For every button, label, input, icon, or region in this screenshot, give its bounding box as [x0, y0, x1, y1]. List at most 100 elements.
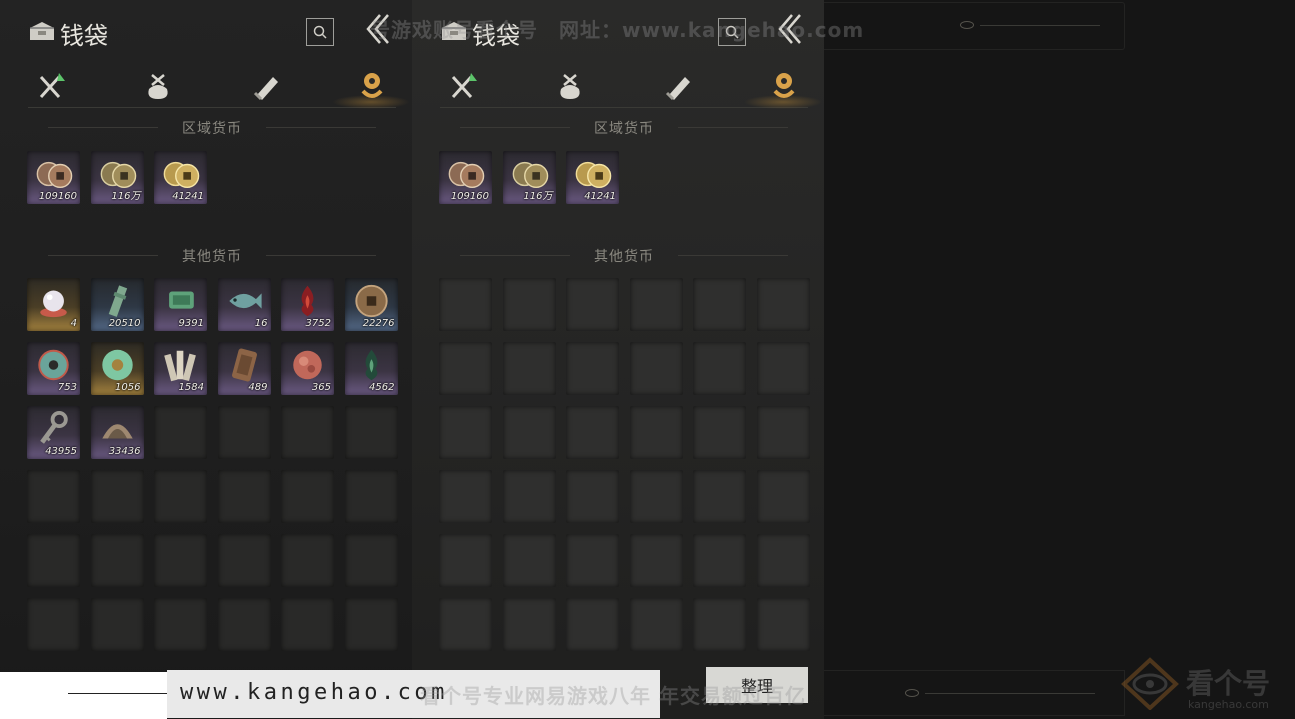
- empty-slot[interactable]: [344, 534, 398, 587]
- empty-slot[interactable]: [217, 406, 271, 459]
- currency-slot[interactable]: 41241: [154, 151, 207, 204]
- empty-slot[interactable]: [629, 406, 683, 459]
- currency-slot[interactable]: 16: [217, 278, 271, 331]
- currency-slot[interactable]: 9391: [154, 278, 207, 331]
- currency-slot[interactable]: 365: [281, 342, 334, 395]
- item-count: 116万: [111, 191, 141, 202]
- empty-slot[interactable]: [90, 598, 144, 651]
- empty-slot[interactable]: [693, 470, 746, 523]
- item-count: 16: [254, 318, 268, 329]
- empty-slot[interactable]: [629, 342, 683, 395]
- empty-slot[interactable]: [154, 406, 207, 459]
- empty-slot[interactable]: [439, 342, 492, 395]
- empty-slot[interactable]: [439, 278, 492, 331]
- empty-slot[interactable]: [502, 598, 556, 651]
- bronze-shell-icon: [101, 424, 133, 439]
- empty-slot[interactable]: [439, 534, 492, 587]
- empty-slot[interactable]: [502, 470, 556, 523]
- currency-slot[interactable]: 116万: [90, 151, 144, 204]
- empty-slot[interactable]: [693, 406, 746, 459]
- item-count: 43955: [45, 446, 77, 457]
- empty-slot[interactable]: [344, 406, 398, 459]
- empty-slot[interactable]: [502, 342, 556, 395]
- empty-slot[interactable]: [217, 534, 271, 587]
- empty-slot[interactable]: [629, 534, 683, 587]
- currency-slot[interactable]: 1584: [154, 342, 207, 395]
- empty-slot[interactable]: [693, 598, 746, 651]
- empty-slot[interactable]: [281, 534, 334, 587]
- empty-slot[interactable]: [502, 278, 556, 331]
- empty-slot[interactable]: [756, 470, 810, 523]
- empty-slot[interactable]: [566, 342, 619, 395]
- watermark-bar-line: [68, 693, 167, 694]
- tab-currency[interactable]: [332, 66, 410, 109]
- empty-slot[interactable]: [439, 406, 492, 459]
- empty-slot[interactable]: [629, 278, 683, 331]
- empty-slot[interactable]: [439, 598, 492, 651]
- empty-slot[interactable]: [566, 534, 619, 587]
- item-count: 20510: [108, 318, 141, 329]
- empty-slot[interactable]: [217, 598, 271, 651]
- currency-slot[interactable]: 489: [217, 342, 271, 395]
- red-flame-icon: [301, 285, 314, 317]
- tab-scroll[interactable]: [246, 66, 286, 106]
- watermark-text-top: 号游戏账号看个号 网址：www.kangehao.com: [370, 18, 865, 42]
- empty-slot[interactable]: [756, 534, 810, 587]
- currency-slot[interactable]: 20510: [90, 278, 144, 331]
- category-tabs: [28, 64, 410, 109]
- empty-slot[interactable]: [756, 598, 810, 651]
- empty-slot[interactable]: [502, 406, 556, 459]
- empty-slot[interactable]: [502, 534, 556, 587]
- currency-slot[interactable]: 43955: [27, 406, 80, 459]
- empty-slot[interactable]: [566, 598, 619, 651]
- empty-slot[interactable]: [154, 470, 207, 523]
- currency-slot[interactable]: 4562: [344, 342, 398, 395]
- currency-slot[interactable]: 4: [27, 278, 80, 331]
- empty-slot[interactable]: [281, 598, 334, 651]
- currency-slot[interactable]: 109160: [439, 151, 492, 204]
- empty-slot[interactable]: [27, 598, 80, 651]
- tab-equipment[interactable]: [444, 66, 484, 106]
- empty-slot[interactable]: [154, 534, 207, 587]
- currency-slot[interactable]: 22276: [344, 278, 398, 331]
- empty-slot[interactable]: [27, 534, 80, 587]
- empty-slot[interactable]: [756, 342, 810, 395]
- coin-icon: [773, 73, 795, 98]
- empty-slot[interactable]: [344, 598, 398, 651]
- tab-scroll[interactable]: [658, 66, 698, 106]
- currency-slot[interactable]: 3752: [281, 278, 334, 331]
- currency-slot[interactable]: 109160: [27, 151, 80, 204]
- empty-slot[interactable]: [693, 534, 746, 587]
- item-count: 4: [70, 318, 77, 329]
- search-button[interactable]: [306, 18, 334, 46]
- empty-slot[interactable]: [629, 598, 683, 651]
- currency-slot[interactable]: 116万: [502, 151, 556, 204]
- empty-slot[interactable]: [693, 278, 746, 331]
- empty-slot[interactable]: [90, 534, 144, 587]
- currency-slot[interactable]: 1056: [90, 342, 144, 395]
- empty-slot[interactable]: [154, 598, 207, 651]
- tab-bag[interactable]: [550, 66, 590, 106]
- tab-currency[interactable]: [744, 66, 822, 109]
- currency-slot[interactable]: 41241: [566, 151, 619, 204]
- empty-slot[interactable]: [90, 470, 144, 523]
- empty-slot[interactable]: [344, 470, 398, 523]
- empty-slot[interactable]: [27, 470, 80, 523]
- empty-slot[interactable]: [281, 470, 334, 523]
- empty-slot[interactable]: [566, 278, 619, 331]
- currency-slot[interactable]: 753: [27, 342, 80, 395]
- currency-slot[interactable]: 33436: [90, 406, 144, 459]
- jade-pendant-icon: [108, 285, 127, 317]
- empty-slot[interactable]: [566, 406, 619, 459]
- empty-slot[interactable]: [629, 470, 683, 523]
- empty-slot[interactable]: [693, 342, 746, 395]
- empty-slot[interactable]: [439, 470, 492, 523]
- empty-slot[interactable]: [756, 406, 810, 459]
- empty-slot[interactable]: [217, 470, 271, 523]
- tab-equipment[interactable]: [32, 66, 72, 106]
- empty-slot[interactable]: [566, 470, 619, 523]
- item-count: 41241: [584, 191, 616, 202]
- empty-slot[interactable]: [281, 406, 334, 459]
- empty-slot[interactable]: [756, 278, 810, 331]
- tab-bag[interactable]: [138, 66, 178, 106]
